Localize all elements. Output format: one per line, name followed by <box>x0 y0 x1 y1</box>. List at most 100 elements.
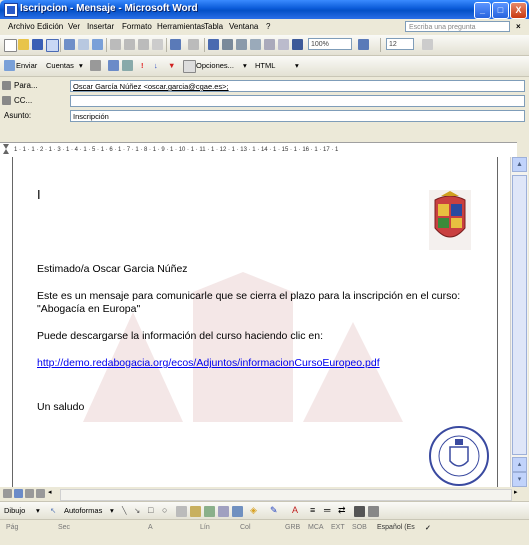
to-button[interactable]: Para... <box>14 81 38 90</box>
close-button[interactable]: X <box>510 2 527 19</box>
line-style-icon[interactable]: ≡ <box>310 505 315 515</box>
scroll-right-arrow-icon[interactable]: ▸ <box>514 488 524 499</box>
fill-color-icon[interactable]: ◈ <box>250 505 257 516</box>
follow-up-flag-icon[interactable]: ▼ <box>168 61 175 70</box>
hyperlink-icon[interactable] <box>208 39 219 50</box>
zoom-select[interactable]: 100% <box>308 38 352 50</box>
print-view-icon[interactable] <box>25 489 34 498</box>
cc-button[interactable]: CC... <box>14 96 32 105</box>
menu-help[interactable]: ? <box>266 22 270 31</box>
status-ext[interactable]: EXT <box>331 524 345 531</box>
scroll-up-arrow-icon[interactable]: ▲ <box>512 157 527 172</box>
3d-style-icon[interactable] <box>368 506 379 517</box>
autoshapes-button[interactable]: Autoformas <box>64 506 102 515</box>
next-page-icon[interactable]: ▾ <box>512 472 527 487</box>
previous-page-icon[interactable]: ▴ <box>512 457 527 472</box>
insert-excel-icon[interactable] <box>250 39 261 50</box>
message-format-select[interactable]: HTML <box>255 61 275 70</box>
format-dropdown-icon[interactable]: ▾ <box>295 61 299 70</box>
menu-edicion[interactable]: Edición <box>37 22 63 31</box>
close-document-button[interactable]: × <box>516 22 521 31</box>
help-icon[interactable] <box>358 39 369 50</box>
send-icon[interactable] <box>4 60 15 71</box>
arrow-icon[interactable]: ↘ <box>134 506 140 515</box>
toolbar-options-icon[interactable] <box>422 39 433 50</box>
diagram-icon[interactable] <box>204 506 215 517</box>
status-ovr[interactable]: SOB <box>352 524 367 531</box>
document-page[interactable]: I Estimado/a Oscar Garcia Núñez Este es … <box>12 157 498 487</box>
course-info-link[interactable]: http://demo.redabogacia.org/ecos/Adjunto… <box>37 357 380 369</box>
scroll-thumb[interactable] <box>512 175 527 455</box>
menu-archivo[interactable]: Archivo <box>8 22 35 31</box>
maximize-button[interactable]: □ <box>492 2 509 19</box>
send-button[interactable]: Enviar <box>16 61 37 70</box>
arrow-style-icon[interactable]: ⇄ <box>338 505 346 516</box>
cut-icon[interactable] <box>110 39 121 50</box>
title-bar[interactable]: Iscripcion - Mensaje - Microsoft Word _ … <box>0 0 529 19</box>
select-objects-icon[interactable]: ↖ <box>50 506 56 515</box>
spelling-icon[interactable] <box>92 39 103 50</box>
insert-picture-icon[interactable] <box>232 506 243 517</box>
columns-icon[interactable] <box>264 39 275 50</box>
options-button[interactable]: Opciones... <box>196 61 234 70</box>
status-trk[interactable]: MCA <box>308 524 324 531</box>
menu-tabla[interactable]: Tabla <box>204 22 223 31</box>
status-rec[interactable]: GRB <box>285 524 300 531</box>
draw-menu-button[interactable]: Dibujo <box>4 506 25 515</box>
dash-style-icon[interactable]: ═ <box>324 505 330 515</box>
word-app-icon[interactable] <box>4 3 18 17</box>
undo-icon[interactable] <box>170 39 181 50</box>
web-view-icon[interactable] <box>14 489 23 498</box>
accounts-dropdown-icon[interactable]: ▾ <box>79 61 83 70</box>
rectangle-icon[interactable]: □ <box>148 505 153 515</box>
subject-field[interactable]: Inscripción <box>70 110 525 122</box>
tables-borders-icon[interactable] <box>222 39 233 50</box>
print-preview-icon[interactable] <box>78 39 89 50</box>
open-folder-icon[interactable] <box>18 39 29 50</box>
help-question-input[interactable]: Escriba una pregunta <box>405 21 510 32</box>
clipart-icon[interactable] <box>218 506 229 517</box>
font-color-icon[interactable]: A <box>292 505 298 515</box>
autoshapes-dropdown-icon[interactable]: ▾ <box>110 506 114 515</box>
high-importance-icon[interactable]: ! <box>141 61 144 70</box>
line-icon[interactable]: ╲ <box>122 506 127 515</box>
line-color-icon[interactable]: ✎ <box>270 505 278 516</box>
menu-formato[interactable]: Formato <box>122 22 152 31</box>
horizontal-scrollbar[interactable] <box>60 489 512 501</box>
draw-dropdown-icon[interactable]: ▾ <box>36 506 40 515</box>
permission-icon[interactable] <box>46 39 59 52</box>
normal-view-icon[interactable] <box>3 489 12 498</box>
tab-selector-icon[interactable] <box>2 142 10 156</box>
check-names-icon[interactable] <box>122 60 133 71</box>
accounts-button[interactable]: Cuentas <box>46 61 74 70</box>
font-size-select[interactable]: 12 <box>386 38 414 50</box>
paste-icon[interactable] <box>138 39 149 50</box>
menu-ver[interactable]: Ver <box>68 22 80 31</box>
minimize-button[interactable]: _ <box>474 2 491 19</box>
horizontal-ruler[interactable]: 1 · 1 · 1 · 2 · 1 · 3 · 1 · 4 · 1 · 5 · … <box>0 142 517 158</box>
insert-table-icon[interactable] <box>236 39 247 50</box>
copy-icon[interactable] <box>124 39 135 50</box>
attach-icon[interactable] <box>90 60 101 71</box>
options-icon[interactable] <box>183 60 196 73</box>
menu-ventana[interactable]: Ventana <box>229 22 258 31</box>
low-importance-icon[interactable]: ↓ <box>154 61 158 70</box>
wordart-icon[interactable] <box>190 506 201 517</box>
print-icon[interactable] <box>64 39 75 50</box>
save-icon[interactable] <box>32 39 43 50</box>
new-document-icon[interactable] <box>4 39 17 52</box>
menu-insertar[interactable]: Insertar <box>87 22 114 31</box>
text-box-icon[interactable] <box>176 506 187 517</box>
options-dropdown-icon[interactable]: ▾ <box>243 61 247 70</box>
format-painter-icon[interactable] <box>152 39 163 50</box>
address-book-icon[interactable] <box>108 60 119 71</box>
outline-view-icon[interactable] <box>36 489 45 498</box>
vertical-scrollbar[interactable]: ▲ ▴ ▾ <box>510 157 528 487</box>
menu-herramientas[interactable]: Herramientas <box>157 22 205 31</box>
cc-field[interactable] <box>70 95 525 107</box>
drawing-icon[interactable] <box>278 39 289 50</box>
spelling-status-icon[interactable]: ✓ <box>425 524 431 532</box>
oval-icon[interactable]: ○ <box>162 505 167 515</box>
to-field[interactable]: Oscar García Núñez <oscar.garcia@cgae.es… <box>70 80 525 92</box>
shadow-style-icon[interactable] <box>354 506 365 517</box>
